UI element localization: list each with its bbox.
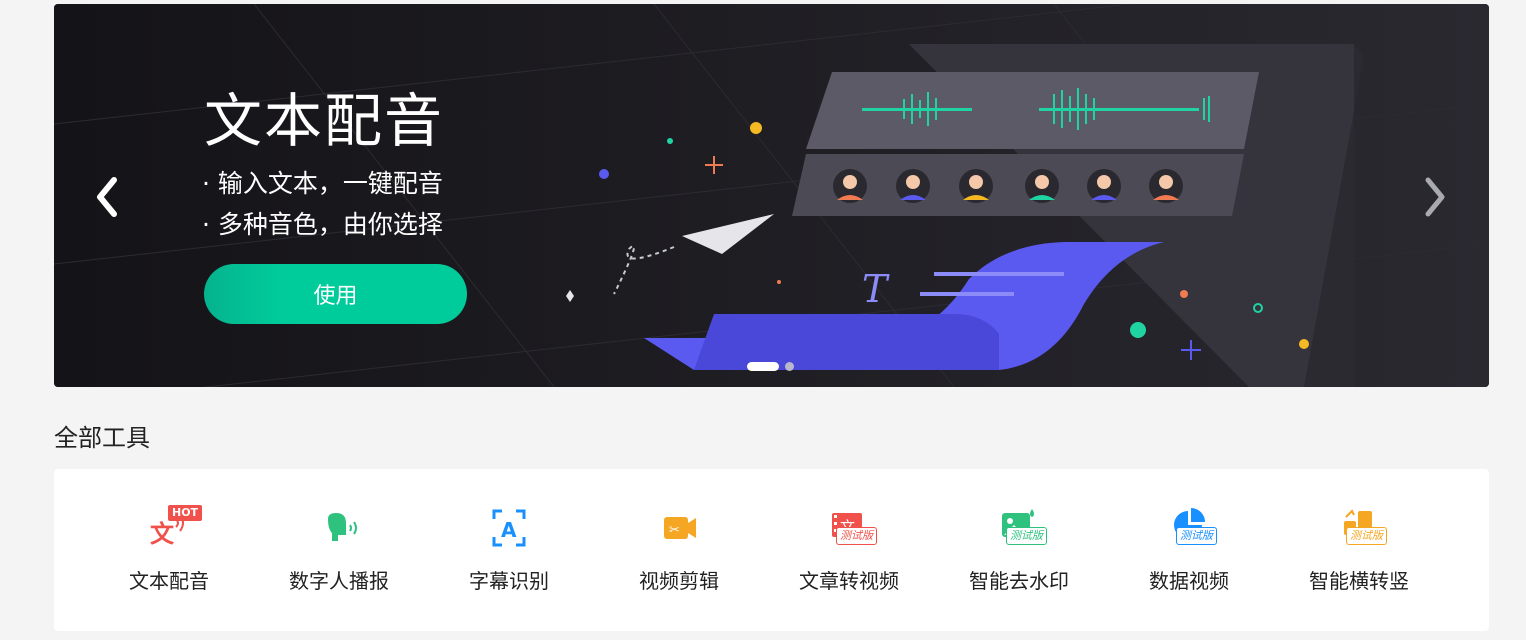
digital-human-icon xyxy=(304,505,374,551)
use-button[interactable]: 使用 xyxy=(204,264,467,324)
tool-digital-human[interactable]: 数字人播报 xyxy=(254,469,424,631)
tools-panel: 文 HOT 文本配音 数字人播报 A 字幕识别 ✂ 视频剪辑 测试版 文章转视频… xyxy=(54,469,1489,631)
hero-banner: T 文本配音 · 输入文本，一键配音 · 多种音色，由你选择 使用 xyxy=(54,4,1489,387)
tool-article-to-video[interactable]: 文 测试版 文章转视频 xyxy=(764,469,934,631)
tool-label: 视频剪辑 xyxy=(639,569,719,593)
beta-badge: 测试版 xyxy=(1006,527,1047,545)
svg-text:文: 文 xyxy=(150,520,175,548)
tool-label: 文章转视频 xyxy=(799,569,899,593)
tool-label: 数据视频 xyxy=(1149,569,1229,593)
carousel-dot-1[interactable] xyxy=(747,362,779,371)
tool-label: 字幕识别 xyxy=(469,569,549,593)
tool-subtitle-recognition[interactable]: A 字幕识别 xyxy=(424,469,594,631)
landscape-to-portrait-icon: 测试版 xyxy=(1324,505,1394,551)
chevron-left-icon[interactable] xyxy=(90,176,126,218)
banner-feature-2: · 多种音色，由你选择 xyxy=(202,210,443,239)
tool-watermark-remove[interactable]: 测试版 智能去水印 xyxy=(934,469,1104,631)
chevron-right-icon[interactable] xyxy=(1416,176,1452,218)
tool-label: 文本配音 xyxy=(129,569,209,593)
data-video-icon: 测试版 xyxy=(1154,505,1224,551)
video-edit-icon: ✂ xyxy=(644,505,714,551)
banner-feature-1: · 输入文本，一键配音 xyxy=(202,169,443,198)
carousel-indicator xyxy=(747,362,794,371)
beta-badge: 测试版 xyxy=(836,527,877,545)
svg-text:A: A xyxy=(501,518,517,542)
hot-badge: HOT xyxy=(168,505,203,521)
section-title: 全部工具 xyxy=(54,424,150,452)
article-to-video-icon: 文 测试版 xyxy=(814,505,884,551)
tool-text-voice[interactable]: 文 HOT 文本配音 xyxy=(84,469,254,631)
subtitle-recognition-icon: A xyxy=(474,505,544,551)
tool-landscape-to-portrait[interactable]: 测试版 智能横转竖 xyxy=(1274,469,1444,631)
beta-badge: 测试版 xyxy=(1176,527,1217,545)
tool-video-edit[interactable]: ✂ 视频剪辑 xyxy=(594,469,764,631)
svg-text:✂: ✂ xyxy=(669,523,680,538)
svg-text:T: T xyxy=(862,267,890,311)
tool-data-video[interactable]: 测试版 数据视频 xyxy=(1104,469,1274,631)
text-voice-icon: 文 HOT xyxy=(134,505,204,551)
tool-label: 数字人播报 xyxy=(289,569,389,593)
banner-title: 文本配音 xyxy=(204,87,445,155)
tool-label: 智能横转竖 xyxy=(1309,569,1409,593)
carousel-dot-2[interactable] xyxy=(785,362,794,371)
beta-badge: 测试版 xyxy=(1346,527,1387,545)
tool-label: 智能去水印 xyxy=(969,569,1069,593)
watermark-remove-icon: 测试版 xyxy=(984,505,1054,551)
